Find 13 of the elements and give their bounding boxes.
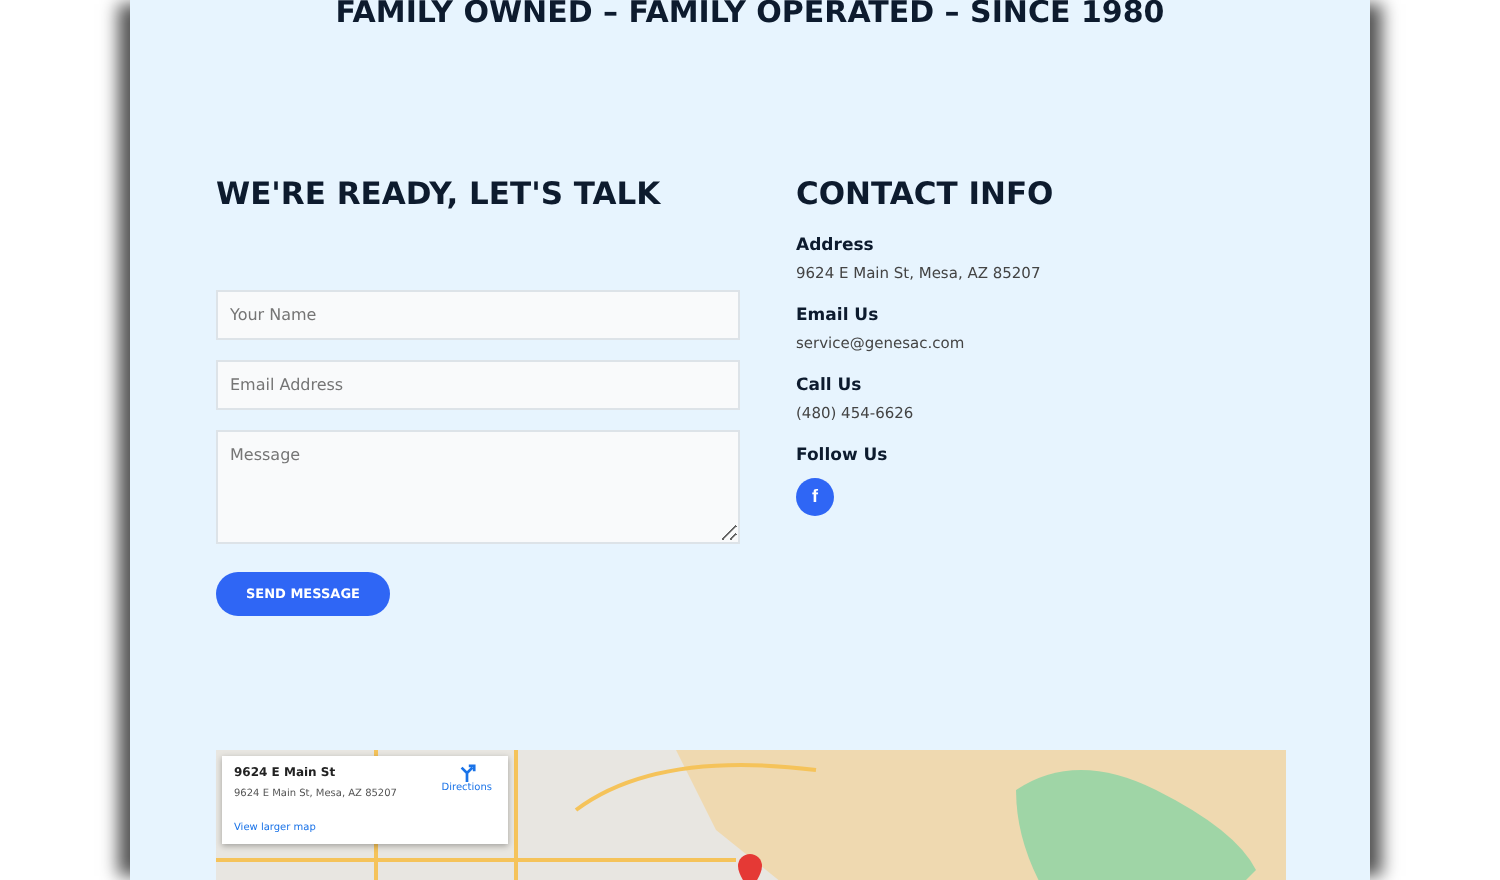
facebook-icon[interactable]: f xyxy=(796,478,834,517)
directions-icon xyxy=(457,764,476,782)
contact-label: Call Us xyxy=(796,373,864,399)
contact-label: Address xyxy=(796,233,876,259)
input-field[interactable]: Email Address xyxy=(216,359,740,410)
tagline: FAMILY OWNED – FAMILY OPERATED – SINCE 1980 xyxy=(333,0,1167,32)
form-heading: WE'RE READY, LET'S TALK xyxy=(216,176,663,214)
follow-label: Follow Us xyxy=(796,443,890,469)
message-field[interactable]: Message xyxy=(216,429,740,544)
contact-label: Email Us xyxy=(796,303,881,329)
input-field[interactable]: Your Name xyxy=(216,289,740,340)
contact-heading: CONTACT INFO xyxy=(796,176,1054,214)
map-pin-icon xyxy=(738,854,762,880)
